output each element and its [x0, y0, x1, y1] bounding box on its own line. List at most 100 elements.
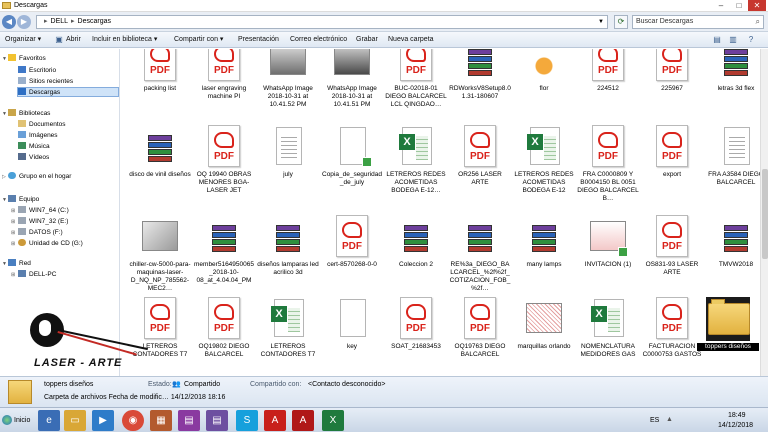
- expand-icon[interactable]: ⊞: [11, 228, 17, 238]
- file-item[interactable]: X LETREROS REDES ACOMETIDAS BODEGA E-12: [513, 125, 575, 195]
- file-item[interactable]: PDF FRA C0000809 Y B0004150 BL 0051 DIEG…: [577, 125, 639, 203]
- file-item[interactable]: PDF 225967: [641, 49, 703, 93]
- file-item[interactable]: PDF OQ19763 DIEGO BALCARCEL: [449, 297, 511, 359]
- email-button[interactable]: Correo electrónico: [290, 35, 347, 45]
- file-item[interactable]: PDF OR256 LASER ARTE: [449, 125, 511, 187]
- sidebar-item-favorites[interactable]: Favoritos: [8, 54, 46, 64]
- file-item[interactable]: member5164950065_2018-10-08_at_4.04.04_P…: [193, 215, 255, 285]
- back-button[interactable]: ◀: [2, 15, 16, 29]
- file-item[interactable]: PDF OQ 19940 OBRAS MENORES BGA-LASER JET: [193, 125, 255, 195]
- file-item[interactable]: PDF cert-8570268-0-0: [321, 215, 383, 269]
- expand-icon[interactable]: ⊞: [11, 206, 17, 216]
- skype-icon[interactable]: S: [236, 410, 258, 431]
- file-item[interactable]: RDWorksV8Setup8.01.31-180607: [449, 49, 511, 101]
- organize-button[interactable]: Organizar ▾: [5, 35, 41, 45]
- breadcrumb[interactable]: ▸ DELL ▸ Descargas ▼: [36, 15, 608, 29]
- file-item[interactable]: WhatsApp Image 2018-10-31 at 10.41.52 PM: [257, 49, 319, 109]
- file-item[interactable]: WhatsApp Image 2018-10-31 at 10.41.51 PM: [321, 49, 383, 109]
- open-button[interactable]: Abrir: [66, 35, 81, 45]
- file-item[interactable]: marquillas orlando: [513, 297, 575, 351]
- sidebar-item-documents[interactable]: Documentos: [18, 120, 66, 130]
- acrobat-icon[interactable]: A: [292, 410, 314, 431]
- sidebar-item-drive-f[interactable]: DATOS (F:): [18, 228, 63, 238]
- file-item[interactable]: PDF laser engraving machine PI: [193, 49, 255, 101]
- slideshow-button[interactable]: Presentación: [238, 35, 279, 45]
- chevron-down-icon[interactable]: ▼: [598, 16, 604, 28]
- file-item[interactable]: X LETREROS REDES ACOMETIDAS BODEGA E-12…: [385, 125, 447, 195]
- file-item[interactable]: disco de vinil diseños: [129, 125, 191, 179]
- ie-icon[interactable]: e: [38, 410, 60, 431]
- refresh-button[interactable]: ⟳: [614, 15, 628, 29]
- winrar-icon[interactable]: ▤: [178, 410, 200, 431]
- sidebar-item-drive-e[interactable]: WIN7_32 (E:): [18, 217, 68, 227]
- sidebar-item-computer[interactable]: Equipo: [8, 195, 39, 205]
- file-item[interactable]: PDF OQ19802 DIEGO BALCARCEL: [193, 297, 255, 359]
- sidebar-item-homegroup[interactable]: Grupo en el hogar: [8, 172, 71, 182]
- file-item[interactable]: PDF packing list: [129, 49, 191, 93]
- include-in-library-button[interactable]: Incluir en biblioteca ▾: [92, 35, 157, 45]
- file-item[interactable]: X NOMENCLATURA MEDIDORES GAS: [577, 297, 639, 359]
- app-icon[interactable]: ▦: [150, 410, 172, 431]
- file-item[interactable]: flor: [513, 49, 575, 93]
- sidebar-item-recent[interactable]: Sitios recientes: [18, 77, 73, 87]
- sidebar-item-images[interactable]: Imágenes: [18, 131, 58, 141]
- start-button[interactable]: Inicio: [2, 411, 32, 430]
- vertical-scrollbar[interactable]: [760, 49, 768, 376]
- new-folder-button[interactable]: Nueva carpeta: [388, 35, 434, 45]
- file-item[interactable]: PDF SOAT_21683453: [385, 297, 447, 351]
- sidebar-item-pc[interactable]: DELL-PC: [18, 270, 56, 280]
- burn-button[interactable]: Grabar: [356, 35, 378, 45]
- file-item[interactable]: Copia_de_seguridad_de_july: [321, 125, 383, 187]
- expand-icon[interactable]: ⊞: [11, 239, 17, 249]
- excel-icon[interactable]: X: [322, 410, 344, 431]
- minimize-button[interactable]: –: [712, 0, 730, 11]
- maximize-button[interactable]: □: [730, 0, 748, 11]
- file-item[interactable]: FRA A3584 DIEGO BALCARCEL: [705, 125, 767, 187]
- breadcrumb-item-dell[interactable]: DELL: [51, 18, 69, 25]
- expand-icon[interactable]: ⊞: [11, 270, 17, 280]
- acrobat-icon[interactable]: A: [264, 410, 286, 431]
- file-item[interactable]: TMVW2018: [705, 215, 767, 269]
- view-options-icon[interactable]: ▤: [712, 35, 722, 45]
- expand-icon[interactable]: ⊞: [11, 217, 17, 227]
- sidebar-item-drive-g[interactable]: Unidad de CD (G:): [18, 239, 83, 249]
- breadcrumb-item-descargas[interactable]: Descargas: [78, 18, 111, 25]
- file-item[interactable]: diseños lamparas led acrilico 3d: [257, 215, 319, 277]
- sidebar-item-desktop[interactable]: Escritorio: [18, 66, 56, 76]
- file-item[interactable]: key: [321, 297, 383, 351]
- clock-date[interactable]: 14/12/2018: [718, 421, 753, 430]
- media-player-icon[interactable]: ▶: [92, 410, 114, 431]
- preview-pane-icon[interactable]: ▥: [728, 35, 738, 45]
- explorer-icon[interactable]: ▭: [64, 410, 86, 431]
- file-item[interactable]: letras 3d flex: [705, 49, 767, 93]
- scrollbar-thumb[interactable]: [762, 169, 768, 259]
- file-item[interactable]: PDF 224512: [577, 49, 639, 93]
- file-item[interactable]: X LETREROS CONTADORES T7: [257, 297, 319, 359]
- sidebar-item-music[interactable]: Música: [18, 142, 50, 152]
- file-item-selected[interactable]: toppers diseños: [697, 297, 759, 351]
- forward-button[interactable]: ▶: [17, 15, 31, 29]
- help-icon[interactable]: ?: [746, 35, 756, 45]
- file-item[interactable]: PDF OS831-93 LASER ARTE: [641, 215, 703, 277]
- share-with-button[interactable]: Compartir con ▾: [174, 35, 223, 45]
- sidebar-item-videos[interactable]: Vídeos: [18, 153, 49, 163]
- sidebar-item-downloads[interactable]: Descargas: [17, 87, 119, 97]
- file-item[interactable]: PDF FACTURACION C0000753 GASTOS: [641, 297, 703, 359]
- file-item[interactable]: Coleccion 2: [385, 215, 447, 269]
- file-item[interactable]: many lamps: [513, 215, 575, 269]
- file-item[interactable]: july: [257, 125, 319, 179]
- clock-time[interactable]: 18:49: [728, 411, 746, 420]
- language-indicator[interactable]: ES: [650, 416, 659, 425]
- search-input[interactable]: Buscar Descargas ⌕: [632, 15, 764, 29]
- file-item[interactable]: chiller-cw-5000-para-maquinas-laser-D_NQ…: [129, 215, 191, 293]
- tray-expand-icon[interactable]: ▲: [666, 415, 673, 424]
- winrar-icon[interactable]: ▤: [206, 410, 228, 431]
- sidebar-item-drive-c[interactable]: WIN7_64 (C:): [18, 206, 69, 216]
- sidebar-item-libraries[interactable]: Bibliotecas: [8, 109, 50, 119]
- file-item[interactable]: INVITACION (1): [577, 215, 639, 269]
- file-item[interactable]: PDF BUC-02018-01 DIEGO BALCARCEL LCL QIN…: [385, 49, 447, 109]
- file-item[interactable]: RE%3a_DIEGO_BALCARCEL_%2f%2f_COTIZACION_…: [449, 215, 511, 293]
- chrome-icon[interactable]: ◉: [122, 410, 144, 431]
- sidebar-item-network[interactable]: Red: [8, 259, 31, 269]
- close-button[interactable]: ✕: [748, 0, 766, 11]
